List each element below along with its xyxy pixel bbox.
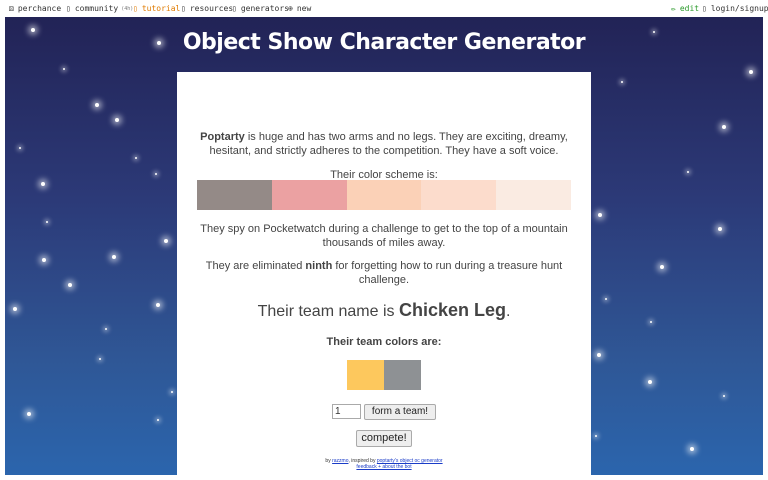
nav-login-link[interactable]: ▯ login/signup	[702, 4, 768, 13]
resources-icon: ▯	[181, 4, 186, 13]
star	[112, 255, 116, 259]
nav-new-label: new	[296, 4, 312, 13]
spy-text: They spy on Pocketwatch during a challen…	[200, 223, 568, 249]
color-swatch-1	[197, 180, 272, 210]
character-description: Poptarty is huge and has two arms and no…	[197, 130, 571, 158]
star	[99, 358, 101, 360]
credit-by: by	[325, 458, 331, 464]
feedback-link[interactable]: feedback + about the bot	[356, 464, 411, 470]
nav-edit-label: edit	[679, 4, 700, 13]
star	[164, 239, 168, 243]
book-icon: ▯	[133, 4, 138, 13]
team-color-swatch-2	[384, 360, 421, 390]
team-name: Chicken Leg	[398, 300, 506, 320]
chat-icon: ▯	[66, 4, 71, 13]
star	[115, 118, 119, 122]
author-link[interactable]: razzmo	[332, 458, 348, 464]
star	[718, 227, 722, 231]
nav-tutorial-link[interactable]: ▯ tutorial	[133, 4, 180, 13]
nav-brand-label: perchance	[17, 4, 62, 13]
star	[648, 380, 652, 384]
pencil-icon: ✏	[671, 4, 676, 13]
star	[95, 103, 99, 107]
nav-home-link[interactable]: ⚄ perchance	[9, 4, 61, 13]
star	[595, 435, 597, 437]
star	[156, 303, 160, 307]
star	[621, 81, 623, 83]
star	[749, 70, 753, 74]
star	[42, 258, 46, 262]
star	[597, 353, 601, 357]
nav-community-label: community	[74, 4, 119, 13]
top-nav: ⚄ perchance ▯ community (4h) ▯ tutorial …	[0, 0, 768, 17]
color-swatch-4	[421, 180, 497, 210]
character-description-text: is huge and has two arms and no legs. Th…	[209, 131, 568, 157]
star	[723, 395, 725, 397]
team-color-swatch-1	[347, 360, 384, 390]
team-name-suffix: .	[505, 303, 511, 320]
star	[13, 307, 17, 311]
credit-line: by razzmo, inspired by poptarty's object…	[177, 458, 591, 470]
team-name-line: Their team name is Chicken Leg.	[177, 300, 591, 321]
dice-icon: ⚄	[9, 4, 14, 13]
star	[135, 157, 137, 159]
generators-icon: ▯	[232, 4, 237, 13]
team-size-input[interactable]: 1	[332, 404, 361, 419]
star	[687, 171, 689, 173]
star	[27, 412, 31, 416]
form-team-button[interactable]: form a team!	[364, 404, 436, 420]
nav-new-link[interactable]: ⊕ new	[288, 4, 311, 13]
star	[105, 328, 107, 330]
team-colors-palette	[347, 360, 421, 390]
plus-circle-icon: ⊕	[288, 4, 293, 13]
compete-button[interactable]: compete!	[356, 430, 412, 447]
star	[46, 221, 48, 223]
color-swatch-2	[271, 180, 347, 210]
nav-resources-label: resources	[189, 4, 234, 13]
team-name-prefix: Their team name is	[257, 303, 395, 320]
star	[41, 182, 45, 186]
elimination-prefix: They are eliminated	[205, 260, 303, 272]
content-card: Poptarty is huge and has two arms and no…	[177, 72, 591, 475]
nav-login-label: login/signup	[710, 4, 768, 13]
team-colors-label: Their team colors are:	[326, 336, 442, 348]
star	[660, 265, 664, 269]
star	[19, 147, 21, 149]
color-scheme-palette	[197, 180, 571, 210]
nav-generators-link[interactable]: ▯ generators	[232, 4, 289, 13]
user-icon: ▯	[702, 4, 707, 13]
star	[68, 283, 72, 287]
star	[690, 447, 694, 451]
star	[605, 298, 607, 300]
nav-resources-link[interactable]: ▯ resources	[181, 4, 233, 13]
page-title: Object Show Character Generator	[182, 30, 586, 55]
nav-community-count: (4h)	[121, 5, 134, 12]
star	[722, 125, 726, 129]
color-swatch-5	[496, 180, 571, 210]
nav-community-link[interactable]: ▯ community (4h)	[66, 4, 133, 13]
color-swatch-3	[346, 180, 422, 210]
nav-edit-link[interactable]: ✏ edit	[671, 4, 699, 13]
star	[650, 321, 652, 323]
elimination-suffix: for forgetting how to run during a treas…	[335, 260, 563, 286]
nav-tutorial-label: tutorial	[141, 4, 181, 13]
star	[171, 391, 173, 393]
character-name: Poptarty	[200, 131, 245, 143]
elimination-text: They are eliminated ninth for forgetting…	[197, 259, 571, 287]
elimination-place: ninth	[305, 260, 333, 272]
star	[155, 173, 157, 175]
star	[598, 213, 602, 217]
nav-generators-label: generators	[240, 4, 289, 13]
star	[157, 419, 159, 421]
star	[63, 68, 65, 70]
